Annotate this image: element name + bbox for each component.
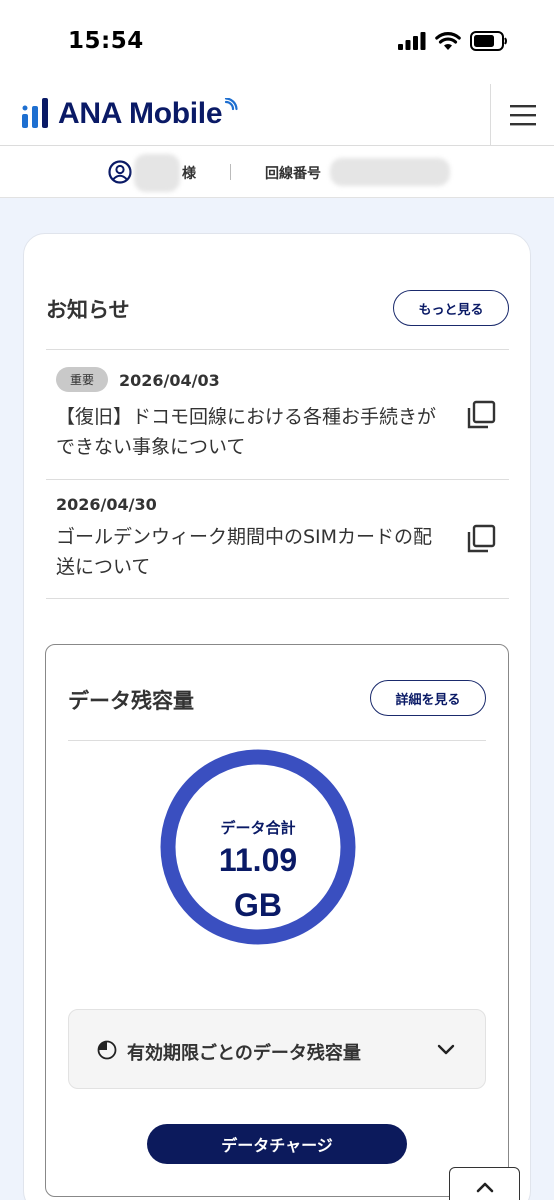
logo-wave-icon [225, 98, 238, 111]
scroll-to-top-button[interactable] [449, 1167, 520, 1200]
external-window-icon [467, 400, 496, 429]
main-card: お知らせ もっと見る 重要 2026/04/03 【復旧】ドコモ回線における各種… [23, 233, 531, 1200]
hamburger-menu-button[interactable] [490, 84, 554, 145]
signal-icon [398, 32, 426, 50]
gauge-unit: GB [234, 887, 282, 923]
honorific: 様 [182, 166, 196, 182]
logo-bars-icon [22, 98, 48, 128]
divider [46, 349, 509, 350]
user-name-redacted [134, 154, 180, 192]
news-headline: 【復旧】ドコモ回線における各種お手続きができない事象について [56, 406, 437, 458]
chevron-up-icon [476, 1182, 493, 1193]
news-headline: ゴールデンウィーク期間中のSIMカードの配送について [56, 526, 433, 578]
news-more-button[interactable]: もっと見る [393, 290, 509, 326]
news-date: 2026/04/30 [56, 495, 157, 514]
user-icon [108, 160, 132, 184]
status-time: 15:54 [68, 28, 144, 54]
chevron-down-icon [437, 1044, 455, 1055]
app-header: ANA Mobile [0, 84, 554, 146]
data-remaining-title: データ残容量 [68, 689, 194, 713]
user-bar: 様 回線番号 [0, 146, 554, 198]
line-number-label: 回線番号 [265, 166, 321, 182]
data-detail-button[interactable]: 詳細を見る [370, 680, 486, 716]
accordion-label: 有効期限ごとのデータ残容量 [127, 1043, 361, 1064]
status-bar: 15:54 [0, 0, 554, 84]
gauge-label: データ合計 [220, 819, 296, 837]
logo-text: ANA Mobile [58, 97, 223, 130]
news-date: 2026/04/03 [119, 371, 220, 390]
pie-icon [97, 1040, 117, 1060]
divider [46, 479, 509, 480]
gauge-value: 11.09 [218, 842, 298, 878]
data-gauge: データ合計 11.09 GB [158, 747, 358, 947]
data-remaining-card: データ残容量 詳細を見る データ合計 11.09 GB 有効期限ごとのデータ残容… [45, 644, 509, 1197]
status-icons [398, 31, 508, 51]
wifi-icon [435, 31, 461, 50]
battery-icon [470, 31, 507, 51]
important-badge: 重要 [56, 367, 108, 392]
divider [68, 740, 486, 741]
external-window-icon [467, 524, 496, 553]
data-charge-button[interactable]: データチャージ [147, 1124, 407, 1164]
menu-icon [509, 104, 536, 125]
divider [230, 164, 231, 180]
expiry-data-accordion[interactable]: 有効期限ごとのデータ残容量 [68, 1009, 486, 1089]
ana-mobile-logo[interactable]: ANA Mobile [22, 96, 238, 132]
divider [46, 598, 509, 599]
news-title: お知らせ [46, 298, 130, 322]
line-number-redacted [330, 158, 450, 186]
